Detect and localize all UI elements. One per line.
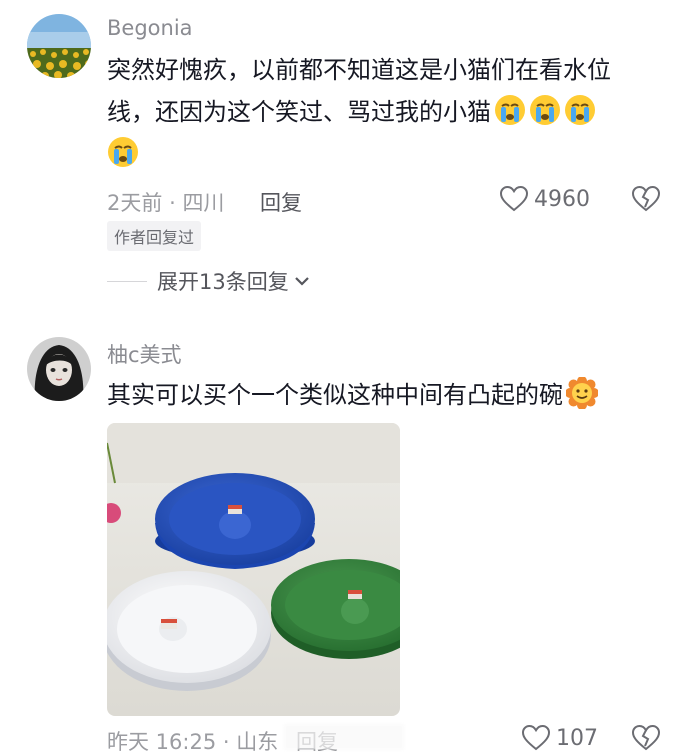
meta-separator: ·	[169, 191, 176, 215]
avatar-begonia[interactable]	[27, 14, 91, 78]
broken-heart-icon	[631, 724, 661, 751]
reply-button[interactable]: 回复	[260, 187, 302, 217]
like-count: 4960	[534, 186, 590, 212]
comment-text-body: 其实可以买个一个类似这种中间有凸起的碗	[107, 381, 563, 409]
expand-replies-label: 展开13条回复	[157, 270, 289, 294]
chevron-down-icon	[294, 277, 309, 286]
expand-replies-button[interactable]: 展开13条回复	[107, 266, 311, 296]
comment-location: 四川	[182, 191, 225, 215]
dislike-button[interactable]	[631, 185, 661, 216]
bowls-photo-image	[107, 423, 400, 716]
meta-separator: ·	[222, 730, 230, 754]
like-count: 107	[556, 725, 598, 751]
like-button[interactable]: 4960	[500, 186, 590, 212]
dislike-button[interactable]	[631, 724, 661, 755]
author-replied-badge: 作者回复过	[107, 221, 202, 251]
crying-face-emoji-icon	[107, 136, 139, 168]
avatar-sunflower-field-image	[27, 14, 91, 78]
avatar-youc[interactable]	[27, 337, 91, 401]
redacted-overlay	[284, 724, 404, 750]
comment-image-bowls[interactable]	[107, 423, 400, 716]
broken-heart-icon	[631, 185, 661, 212]
crying-face-emoji-icon	[529, 94, 561, 126]
comment-username[interactable]: Begonia	[107, 16, 193, 40]
comment-meta: 2天前 · 四川	[107, 187, 224, 217]
heart-icon	[500, 186, 528, 212]
avatar-anime-girl-image	[27, 337, 91, 401]
heart-icon	[522, 725, 550, 751]
comment-text: 其实可以买个一个类似这种中间有凸起的碗	[107, 374, 667, 416]
comment-meta: 昨天 16:25 · 山东	[107, 726, 278, 756]
comment-time: 昨天 16:25	[107, 730, 217, 754]
crying-face-emoji-icon	[494, 94, 526, 126]
comment-username[interactable]: 柚c美式	[107, 339, 182, 369]
comment-text: 突然好愧疚，以前都不知道这是小猫们在看水位线，还因为这个笑过、骂过我的小猫	[107, 49, 647, 175]
comment-location: 山东	[236, 730, 279, 754]
comment-time: 2天前	[107, 191, 163, 215]
crying-face-emoji-icon	[564, 94, 596, 126]
divider-line	[107, 280, 147, 282]
like-button[interactable]: 107	[522, 725, 598, 751]
sunflower-face-emoji-icon	[565, 376, 599, 410]
